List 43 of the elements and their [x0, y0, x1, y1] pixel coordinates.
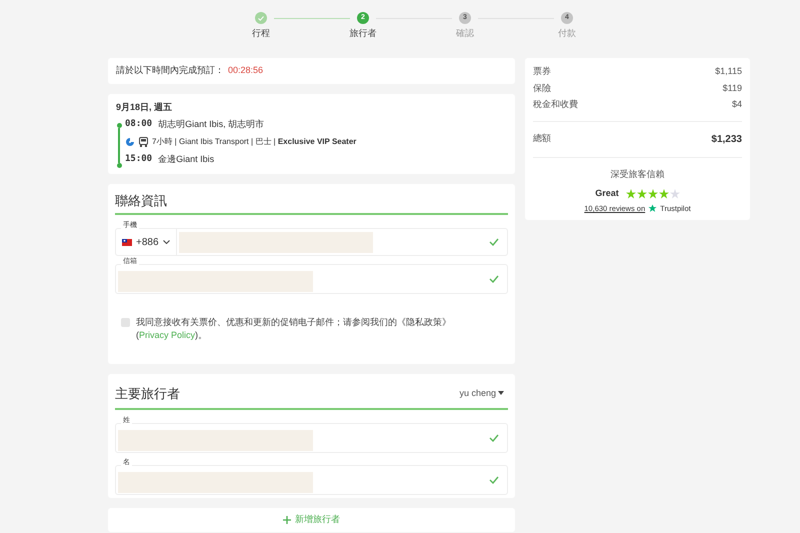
- input-field[interactable]: [115, 264, 508, 294]
- star-icon: [670, 188, 680, 199]
- step-label: 確認: [456, 27, 474, 40]
- step-label: 付款: [558, 27, 576, 40]
- star-icon: [648, 188, 658, 199]
- price-label: 稅金和收費: [533, 98, 578, 111]
- traveler-select[interactable]: yu cheng: [459, 386, 508, 403]
- step-label: 行程: [252, 27, 270, 40]
- section-title: 聯絡資訊: [115, 190, 508, 215]
- price-amount: $119: [722, 82, 742, 94]
- check-icon: [489, 434, 499, 442]
- arrival-time: 15:00: [125, 153, 152, 166]
- check-icon: [489, 476, 499, 484]
- plus-icon: [283, 516, 291, 524]
- trip-date: 9月18日, 週五: [116, 101, 174, 114]
- check-icon: [489, 275, 499, 283]
- star-icon: [636, 188, 647, 199]
- arrival-place: 金邊Giant Ibis: [158, 153, 214, 166]
- price-label: 票券: [533, 65, 551, 78]
- bus-icon: [139, 137, 148, 147]
- price-amount: $1,115: [715, 65, 742, 78]
- operator-logo-icon: [125, 137, 135, 147]
- price-label: 保險: [533, 82, 551, 94]
- rating-text: Great: [595, 187, 619, 200]
- trip-details: 7小時 | Giant Ibis Transport | 巴士 | Exclusive VIP Seater: [152, 136, 356, 148]
- countdown: 00:28:56: [228, 64, 264, 78]
- input-field[interactable]: [115, 423, 508, 453]
- price-amount: $4: [732, 98, 742, 111]
- departure-place: 胡志明Giant Ibis, 胡志明市: [158, 118, 264, 130]
- consent-checkbox[interactable]: [121, 318, 130, 327]
- star-icon: [648, 204, 658, 213]
- input-field[interactable]: [115, 465, 508, 495]
- star-icon: [658, 188, 669, 199]
- total-amount: $1,233: [711, 132, 742, 146]
- caret-icon: [498, 391, 504, 396]
- timer-label: 請於以下時間內完成預訂：: [116, 64, 224, 78]
- total-label: 總額: [533, 132, 551, 144]
- section-title: 主要旅行者: [115, 384, 180, 402]
- departure-time: 08:00: [125, 118, 152, 130]
- step-label: 旅行者: [350, 27, 376, 40]
- star-icon: [626, 188, 636, 199]
- consent-text: 我同意接收有关票价、优惠和更新的促销电子邮件；请参阅我们的《隐私政策》(Privacy Policy)。: [136, 316, 452, 342]
- trust-title: 深受旅客信賴: [610, 168, 664, 180]
